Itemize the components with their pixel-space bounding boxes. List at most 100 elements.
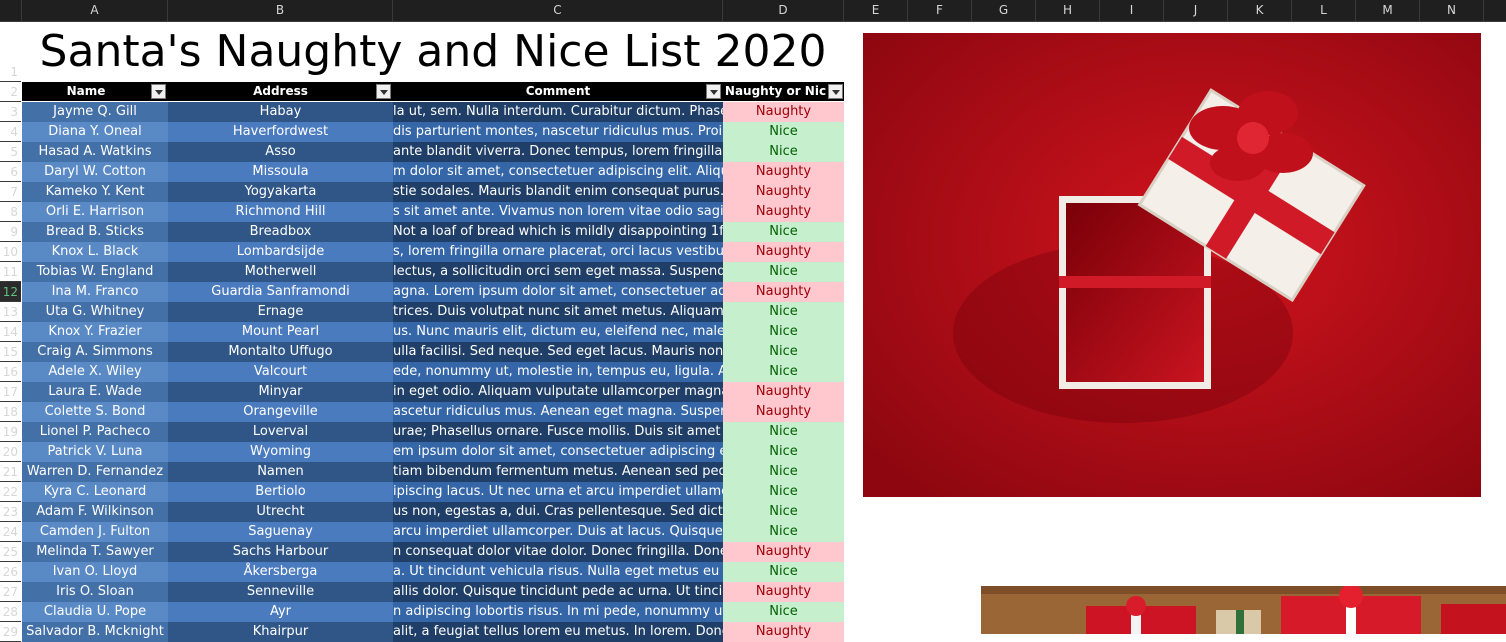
comment-cell[interactable]: ede, nonummy ut, molestie in, tempus eu,… — [393, 362, 723, 382]
comment-cell[interactable]: n consequat dolor vitae dolor. Donec fri… — [393, 542, 723, 562]
header-name[interactable]: Name — [22, 82, 150, 101]
comment-cell[interactable]: tiam bibendum fermentum metus. Aenean se… — [393, 462, 723, 482]
row-header[interactable]: 27 — [0, 582, 21, 602]
row-header[interactable]: 15 — [0, 342, 21, 362]
row-header[interactable]: 11 — [0, 262, 21, 282]
status-cell[interactable]: Naughty — [723, 102, 844, 122]
comment-cell[interactable]: arcu imperdiet ullamcorper. Duis at lacu… — [393, 522, 723, 542]
comment-cell[interactable]: m dolor sit amet, consectetuer adipiscin… — [393, 162, 723, 182]
address-cell[interactable]: Haverfordwest — [168, 122, 393, 142]
name-cell[interactable]: Ivan O. Lloyd — [22, 562, 168, 582]
name-cell[interactable]: Adam F. Wilkinson — [22, 502, 168, 522]
name-cell[interactable]: Knox Y. Frazier — [22, 322, 168, 342]
row-header[interactable]: 14 — [0, 322, 21, 342]
name-cell[interactable]: Kameko Y. Kent — [22, 182, 168, 202]
comment-cell[interactable]: trices. Duis volutpat nunc sit amet metu… — [393, 302, 723, 322]
row-header[interactable]: 12 — [0, 282, 21, 302]
column-header[interactable]: N — [1420, 0, 1484, 21]
column-header[interactable]: A — [22, 0, 168, 21]
status-cell[interactable]: Nice — [723, 142, 844, 162]
address-cell[interactable]: Habay — [168, 102, 393, 122]
column-header[interactable]: D — [723, 0, 844, 21]
address-cell[interactable]: Sachs Harbour — [168, 542, 393, 562]
column-header[interactable]: B — [168, 0, 393, 21]
name-cell[interactable]: Daryl W. Cotton — [22, 162, 168, 182]
row-header[interactable]: 20 — [0, 442, 21, 462]
comment-cell[interactable]: lectus, a sollicitudin orci sem eget mas… — [393, 262, 723, 282]
row-header[interactable]: 13 — [0, 302, 21, 322]
status-cell[interactable]: Nice — [723, 522, 844, 542]
name-cell[interactable]: Ina M. Franco — [22, 282, 168, 302]
address-cell[interactable]: Ayr — [168, 602, 393, 622]
address-cell[interactable]: Richmond Hill — [168, 202, 393, 222]
status-cell[interactable]: Nice — [723, 302, 844, 322]
name-cell[interactable]: Warren D. Fernandez — [22, 462, 168, 482]
sheet-title[interactable]: Santa's Naughty and Nice List 2020 — [22, 22, 844, 82]
column-header[interactable]: M — [1356, 0, 1420, 21]
row-header[interactable]: 18 — [0, 402, 21, 422]
filter-dropdown-icon[interactable] — [376, 84, 391, 99]
address-cell[interactable]: Valcourt — [168, 362, 393, 382]
address-cell[interactable]: Lombardsijde — [168, 242, 393, 262]
comment-cell[interactable]: a. Ut tincidunt vehicula risus. Nulla eg… — [393, 562, 723, 582]
status-cell[interactable]: Nice — [723, 262, 844, 282]
comment-cell[interactable]: ulla facilisi. Sed neque. Sed eget lacus… — [393, 342, 723, 362]
filter-dropdown-icon[interactable] — [706, 84, 721, 99]
name-cell[interactable]: Camden J. Fulton — [22, 522, 168, 542]
status-cell[interactable]: Nice — [723, 502, 844, 522]
name-cell[interactable]: Adele X. Wiley — [22, 362, 168, 382]
comment-cell[interactable]: em ipsum dolor sit amet, consectetuer ad… — [393, 442, 723, 462]
comment-cell[interactable]: allis dolor. Quisque tincidunt pede ac u… — [393, 582, 723, 602]
name-cell[interactable]: Orli E. Harrison — [22, 202, 168, 222]
comment-cell[interactable]: ante blandit viverra. Donec tempus, lore… — [393, 142, 723, 162]
address-cell[interactable]: Motherwell — [168, 262, 393, 282]
address-cell[interactable]: Breadbox — [168, 222, 393, 242]
column-header[interactable]: H — [1036, 0, 1100, 21]
name-cell[interactable]: Claudia U. Pope — [22, 602, 168, 622]
status-cell[interactable]: Nice — [723, 422, 844, 442]
name-cell[interactable]: Iris O. Sloan — [22, 582, 168, 602]
address-cell[interactable]: Senneville — [168, 582, 393, 602]
status-cell[interactable]: Naughty — [723, 622, 844, 642]
status-cell[interactable]: Naughty — [723, 242, 844, 262]
address-cell[interactable]: Guardia Sanframondi — [168, 282, 393, 302]
select-all-corner[interactable] — [0, 0, 22, 21]
name-cell[interactable]: Laura E. Wade — [22, 382, 168, 402]
address-cell[interactable]: Ernage — [168, 302, 393, 322]
filter-dropdown-icon[interactable] — [151, 84, 166, 99]
column-header[interactable]: G — [972, 0, 1036, 21]
comment-cell[interactable]: urae; Phasellus ornare. Fusce mollis. Du… — [393, 422, 723, 442]
name-cell[interactable]: Hasad A. Watkins — [22, 142, 168, 162]
address-cell[interactable]: Mount Pearl — [168, 322, 393, 342]
row-header[interactable]: 29 — [0, 622, 21, 642]
name-cell[interactable]: Salvador B. Mcknight — [22, 622, 168, 642]
address-cell[interactable]: Minyar — [168, 382, 393, 402]
column-header[interactable]: I — [1100, 0, 1164, 21]
name-cell[interactable]: Jayme Q. Gill — [22, 102, 168, 122]
status-cell[interactable]: Naughty — [723, 542, 844, 562]
comment-cell[interactable]: dis parturient montes, nascetur ridiculu… — [393, 122, 723, 142]
address-cell[interactable]: Namen — [168, 462, 393, 482]
row-header[interactable]: 25 — [0, 542, 21, 562]
comment-cell[interactable]: s, lorem fringilla ornare placerat, orci… — [393, 242, 723, 262]
status-cell[interactable]: Nice — [723, 442, 844, 462]
status-cell[interactable]: Nice — [723, 462, 844, 482]
row-header[interactable]: 7 — [0, 182, 21, 202]
column-header[interactable]: C — [393, 0, 723, 21]
status-cell[interactable]: Naughty — [723, 582, 844, 602]
row-header[interactable]: 19 — [0, 422, 21, 442]
row-header[interactable]: 3 — [0, 102, 21, 122]
address-cell[interactable]: Wyoming — [168, 442, 393, 462]
comment-cell[interactable]: ipiscing lacus. Ut nec urna et arcu impe… — [393, 482, 723, 502]
row-header[interactable]: 2 — [0, 82, 21, 102]
open-gift-box-photo[interactable] — [863, 33, 1481, 497]
name-cell[interactable]: Uta G. Whitney — [22, 302, 168, 322]
row-header[interactable]: 9 — [0, 222, 21, 242]
address-cell[interactable]: Åkersberga — [168, 562, 393, 582]
name-cell[interactable]: Melinda T. Sawyer — [22, 542, 168, 562]
comment-cell[interactable]: la ut, sem. Nulla interdum. Curabitur di… — [393, 102, 723, 122]
address-cell[interactable]: Saguenay — [168, 522, 393, 542]
address-cell[interactable]: Missoula — [168, 162, 393, 182]
name-cell[interactable]: Bread B. Sticks — [22, 222, 168, 242]
column-header[interactable]: F — [908, 0, 972, 21]
